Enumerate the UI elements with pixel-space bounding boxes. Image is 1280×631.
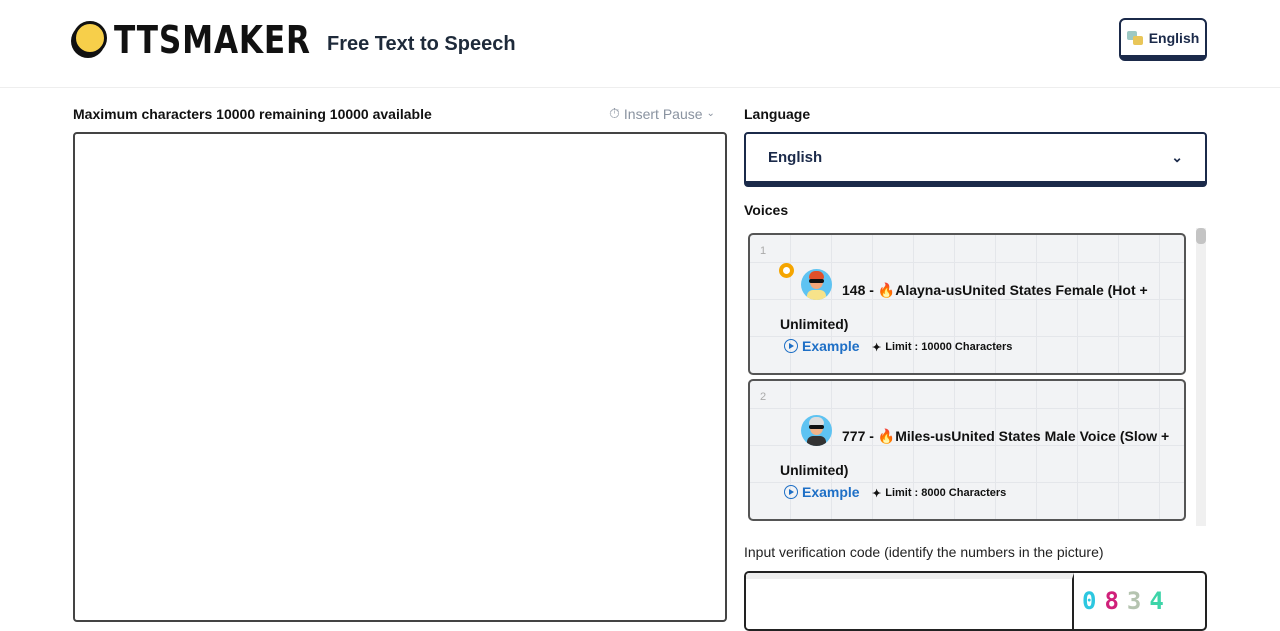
site-language-label: English — [1148, 29, 1200, 46]
limit-label: Limit : 10000 Characters — [885, 341, 1013, 353]
verification-box: 0 8 3 4 — [744, 571, 1207, 631]
voice-list-scrollbar[interactable] — [1196, 228, 1206, 526]
language-select[interactable]: English ⌄ — [744, 132, 1207, 187]
example-label: Example — [802, 338, 860, 354]
chevron-down-icon: ⌄ — [1171, 149, 1183, 165]
chevron-down-icon: ⌄ — [706, 108, 715, 119]
verification-label: Input verification code (identify the nu… — [744, 544, 1104, 560]
voice-index: 1 — [760, 245, 767, 257]
logo-waveform-icon — [73, 21, 107, 55]
insert-pause-label: Insert Pause — [623, 105, 703, 122]
example-button[interactable]: Example — [784, 484, 860, 500]
insert-pause-dropdown[interactable]: ⏱ Insert Pause ⌄ — [609, 105, 715, 122]
voice-list: 1 148 - 🔥Alayna-usUnited States Female (… — [744, 228, 1208, 526]
example-label: Example — [802, 484, 860, 500]
voice-name: 148 - 🔥Alayna-usUnited States Female (Ho… — [780, 282, 1148, 332]
sparkle-icon: ✦ — [872, 342, 882, 354]
language-selected: English — [768, 149, 823, 166]
sparkle-icon: ✦ — [872, 488, 882, 500]
voice-name: 777 - 🔥Miles-usUnited States Male Voice … — [780, 428, 1170, 478]
site-language-button[interactable]: English — [1119, 18, 1207, 61]
scrollbar-thumb[interactable] — [1196, 228, 1206, 244]
tagline: Free Text to Speech — [327, 33, 516, 55]
language-label: Language — [744, 106, 811, 122]
verification-code-input[interactable] — [746, 573, 1074, 629]
voices-label: Voices — [744, 202, 789, 218]
play-icon — [784, 485, 798, 499]
play-icon — [784, 339, 798, 353]
example-button[interactable]: Example — [784, 338, 860, 354]
voice-limit: ✦ Limit : 8000 Characters — [872, 487, 1006, 500]
char-info: Maximum characters 10000 remaining 10000… — [73, 106, 432, 122]
limit-label: Limit : 8000 Characters — [885, 487, 1007, 499]
header: TTSMAKER Free Text to Speech English — [0, 0, 1280, 88]
voice-card[interactable]: 1 148 - 🔥Alayna-usUnited States Female (… — [748, 233, 1186, 375]
text-input[interactable] — [73, 132, 727, 622]
translate-icon — [1126, 30, 1144, 45]
timer-icon: ⏱ — [609, 105, 620, 121]
voice-limit: ✦ Limit : 10000 Characters — [872, 341, 1012, 354]
logo[interactable]: TTSMAKER — [114, 18, 311, 62]
voice-card[interactable]: 2 777 - 🔥Miles-usUnited States Male Voic… — [748, 379, 1186, 521]
voice-index: 2 — [760, 391, 767, 403]
